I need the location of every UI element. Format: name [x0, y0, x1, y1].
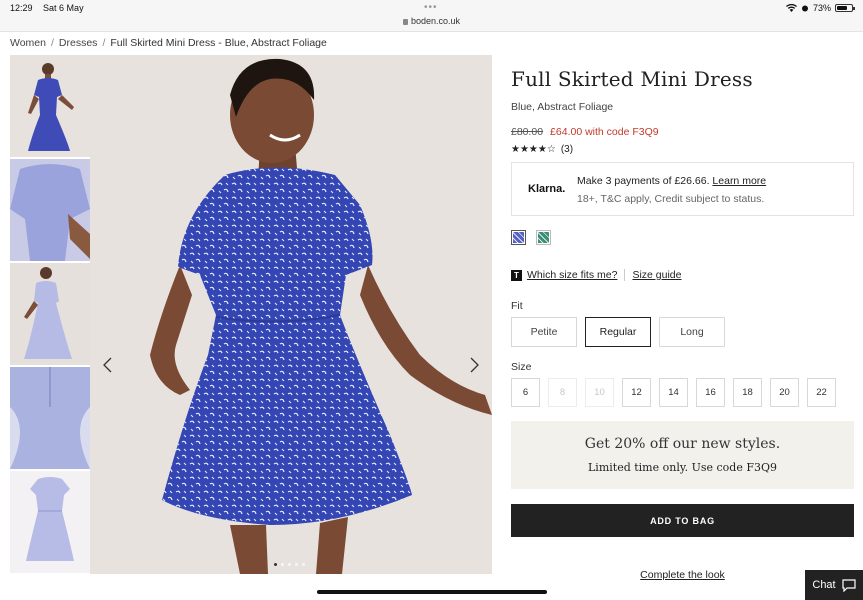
address-bar[interactable]: boden.co.uk	[0, 16, 863, 26]
product-price: £80.00 £64.00 with code F3Q9	[511, 126, 854, 138]
battery-icon	[835, 4, 855, 12]
size-option-6[interactable]: 6	[511, 378, 540, 407]
ios-status-bar: 12:29 Sat 6 May ••• boden.co.uk 73%	[0, 0, 863, 32]
url-text: boden.co.uk	[410, 16, 461, 26]
fit-label: Fit	[511, 300, 523, 312]
gallery-dot[interactable]	[288, 563, 291, 566]
gallery-dot[interactable]	[274, 563, 277, 566]
klarna-banner: Klarna. Make 3 payments of £26.66. Learn…	[511, 162, 854, 216]
breadcrumb-separator: /	[102, 37, 106, 49]
size-guide-link[interactable]: Size guide	[632, 269, 681, 281]
thumbnail-1[interactable]	[10, 55, 90, 157]
fit-option-long[interactable]: Long	[659, 317, 725, 347]
klarna-learn-more-link[interactable]: Learn more	[712, 175, 766, 187]
fit-option-regular[interactable]: Regular	[585, 317, 651, 347]
breadcrumb-women[interactable]: Women	[10, 37, 46, 49]
size-option-10: 10	[585, 378, 614, 407]
status-right: 73%	[785, 3, 855, 13]
sale-price: £64.00 with code F3Q9	[550, 126, 659, 138]
product-main-image[interactable]	[90, 55, 492, 574]
gallery-dot[interactable]	[302, 563, 305, 566]
breadcrumb-dresses[interactable]: Dresses	[59, 37, 98, 49]
fit-options: Petite Regular Long	[511, 317, 725, 347]
review-count: (3)	[560, 144, 574, 155]
product-rating[interactable]: ★★★★☆ (3)	[511, 144, 854, 155]
promo-subline: Limited time only. Use code F3Q9	[588, 461, 777, 474]
thumbnail-4[interactable]	[10, 367, 90, 469]
gallery-next-arrow[interactable]	[464, 355, 484, 375]
chat-label: Chat	[812, 579, 836, 591]
gallery-pagination	[274, 563, 305, 566]
colour-swatch-1[interactable]	[511, 230, 526, 245]
klarna-terms: 18+, T&C apply, Credit subject to status…	[577, 193, 765, 205]
battery-percent: 73%	[812, 3, 831, 13]
colour-swatches	[511, 230, 551, 245]
swatch-fill	[538, 232, 549, 243]
gallery-dot[interactable]	[295, 563, 298, 566]
product-colour: Blue, Abstract Foliage	[511, 101, 614, 113]
complete-the-look: Complete the look	[511, 569, 854, 581]
promo-banner: Get 20% off our new styles. Limited time…	[511, 421, 854, 489]
klarna-payments-text: Make 3 payments of £26.66.	[577, 175, 710, 187]
breadcrumb-separator: /	[51, 37, 54, 49]
true-fit-icon: T	[511, 269, 522, 281]
model-photo	[90, 55, 492, 574]
thumbnail-3[interactable]	[10, 263, 90, 365]
gallery-dot[interactable]	[281, 563, 284, 566]
original-price: £80.00	[511, 126, 544, 138]
product-title: Full Skirted Mini Dress	[511, 67, 753, 91]
breadcrumb-current: Full Skirted Mini Dress - Blue, Abstract…	[110, 37, 327, 49]
alarm-icon	[801, 5, 808, 12]
chat-bubble-icon	[842, 578, 856, 592]
breadcrumb: Women / Dresses / Full Skirted Mini Dress - …	[10, 37, 327, 49]
chat-button[interactable]: Chat	[805, 570, 863, 600]
size-options: 6 8 10 12 14 16 18 20 22	[511, 378, 836, 407]
klarna-message: Make 3 payments of £26.66. Learn more	[577, 175, 766, 187]
thumbnail-2[interactable]	[10, 159, 90, 261]
wifi-icon	[785, 4, 797, 12]
size-option-12[interactable]: 12	[622, 378, 651, 407]
add-to-bag-button[interactable]: ADD TO BAG	[511, 504, 854, 537]
complete-the-look-link[interactable]: Complete the look	[640, 569, 725, 581]
size-option-18[interactable]: 18	[733, 378, 762, 407]
fit-option-petite[interactable]: Petite	[511, 317, 577, 347]
swatch-fill	[513, 232, 524, 243]
status-time-text: 12:29	[10, 3, 33, 13]
star-rating-icon: ★★★★☆	[511, 144, 556, 155]
klarna-logo: Klarna.	[528, 183, 566, 195]
divider	[624, 269, 626, 281]
gallery-prev-arrow[interactable]	[98, 355, 118, 375]
tab-dots-icon[interactable]: •••	[424, 2, 438, 13]
status-date-text: Sat 6 May	[43, 3, 84, 13]
size-help: T Which size fits me? Size guide	[511, 269, 682, 281]
size-option-8: 8	[548, 378, 577, 407]
size-option-22[interactable]: 22	[807, 378, 836, 407]
status-time: 12:29 Sat 6 May	[10, 3, 92, 13]
colour-swatch-2[interactable]	[536, 230, 551, 245]
thumbnail-5[interactable]	[10, 471, 90, 573]
size-option-14[interactable]: 14	[659, 378, 688, 407]
lock-icon	[402, 19, 408, 25]
home-indicator[interactable]	[317, 590, 547, 594]
size-option-16[interactable]: 16	[696, 378, 725, 407]
which-size-link[interactable]: Which size fits me?	[527, 269, 617, 281]
thumbnail-strip	[10, 55, 90, 574]
size-label: Size	[511, 361, 532, 373]
size-option-20[interactable]: 20	[770, 378, 799, 407]
promo-headline: Get 20% off our new styles.	[584, 436, 781, 452]
product-info: Full Skirted Mini Dress Blue, Abstract F…	[511, 55, 854, 581]
